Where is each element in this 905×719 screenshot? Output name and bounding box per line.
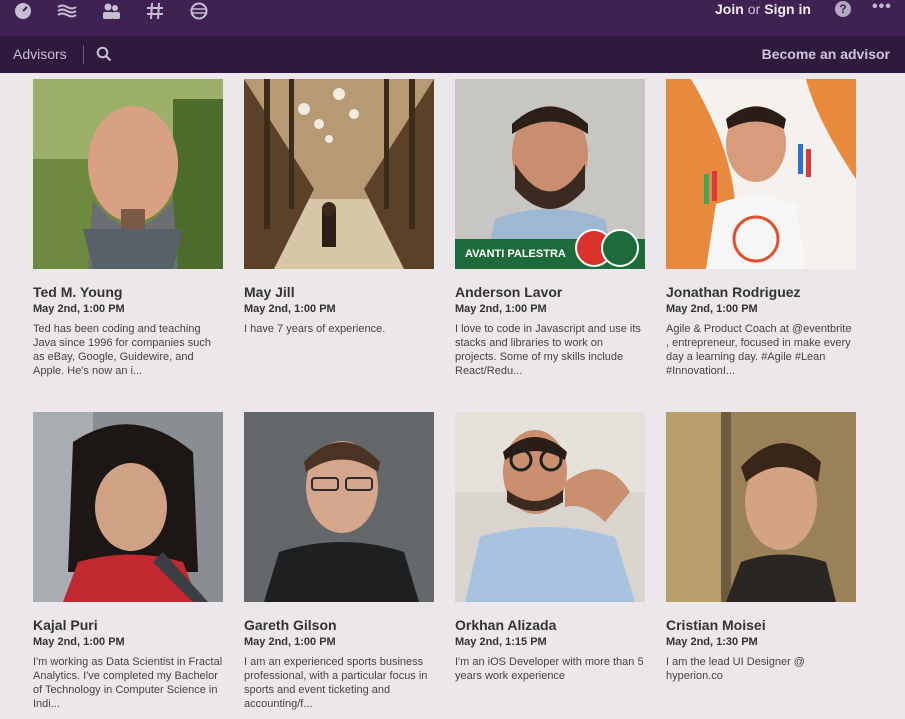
photo-caption: AVANTI PALESTRA: [465, 248, 566, 260]
advisor-date: May 2nd, 1:00 PM: [33, 636, 125, 648]
advisor-photo[interactable]: [33, 79, 223, 269]
advisor-name[interactable]: Cristian Moisei: [666, 617, 856, 633]
advisor-card[interactable]: May Jill May 2nd, 1:00 PM I have 7 years…: [244, 79, 434, 336]
hashtag-icon[interactable]: [144, 0, 166, 22]
advisor-bio: I am the lead UI Designer @ hyperion.co: [666, 656, 805, 682]
globe-icon[interactable]: [188, 0, 210, 22]
advisor-card[interactable]: Cristian Moisei May 2nd, 1:30 PM I am th…: [666, 412, 856, 683]
advisor-card[interactable]: Kajal Puri May 2nd, 1:00 PM I'm working …: [33, 412, 223, 711]
advisors-sub-bar: Advisors Become an advisor: [0, 36, 905, 73]
sub-bar-divider: [83, 45, 84, 64]
advisor-card[interactable]: AVANTI PALESTRA Anderson Lavor May 2nd, …: [455, 79, 645, 378]
advisor-date: May 2nd, 1:30 PM: [666, 636, 758, 648]
advisor-date: May 2nd, 1:00 PM: [33, 303, 125, 315]
gauge-icon[interactable]: [12, 0, 34, 22]
advisor-bio: Agile & Product Coach at @eventbrite , e…: [666, 323, 852, 377]
advisor-name[interactable]: Jonathan Rodriguez: [666, 284, 856, 300]
top-nav-bar: Join or Sign in ? •••: [0, 0, 905, 36]
become-advisor-link[interactable]: Become an advisor: [762, 46, 890, 62]
advisor-photo[interactable]: [244, 412, 434, 602]
advisor-photo[interactable]: [666, 412, 856, 602]
advisor-card[interactable]: Ted M. Young May 2nd, 1:00 PM Ted has be…: [33, 79, 223, 378]
advisor-date: May 2nd, 1:00 PM: [666, 303, 758, 315]
sign-in-link[interactable]: Sign in: [764, 1, 811, 17]
advisor-photo[interactable]: [455, 412, 645, 602]
advisor-name[interactable]: Kajal Puri: [33, 617, 223, 633]
advisor-date: May 2nd, 1:00 PM: [244, 636, 336, 648]
auth-links: Join or Sign in: [715, 0, 811, 20]
advisor-name[interactable]: Anderson Lavor: [455, 284, 645, 300]
advisor-bio: I'm an iOS Developer with more than 5 ye…: [455, 656, 644, 682]
advisor-name[interactable]: Orkhan Alizada: [455, 617, 645, 633]
advisor-photo[interactable]: [33, 412, 223, 602]
advisor-card[interactable]: Jonathan Rodriguez May 2nd, 1:00 PM Agil…: [666, 79, 856, 378]
more-icon[interactable]: •••: [872, 0, 892, 18]
advisor-date: May 2nd, 1:00 PM: [455, 303, 547, 315]
advisor-name[interactable]: Ted M. Young: [33, 284, 223, 300]
advisor-card[interactable]: Gareth Gilson May 2nd, 1:00 PM I am an e…: [244, 412, 434, 711]
advisor-photo[interactable]: AVANTI PALESTRA: [455, 79, 645, 269]
advisor-date: May 2nd, 1:15 PM: [455, 636, 547, 648]
or-text: or: [747, 1, 761, 17]
advisor-photo[interactable]: [666, 79, 856, 269]
advisor-name[interactable]: May Jill: [244, 284, 434, 300]
advisor-bio: I'm working as Data Scientist in Fractal…: [33, 656, 223, 710]
advisor-bio: I am an experienced sports business prof…: [244, 656, 428, 710]
help-icon[interactable]: ?: [835, 1, 851, 17]
search-icon[interactable]: [96, 46, 112, 62]
advisors-title[interactable]: Advisors: [13, 46, 67, 62]
advisor-bio: I love to code in Javascript and use its…: [455, 323, 641, 377]
waves-icon[interactable]: [56, 0, 78, 22]
advisor-bio: Ted has been coding and teaching Java si…: [33, 323, 211, 377]
advisor-bio: I have 7 years of experience.: [244, 323, 386, 335]
advisor-date: May 2nd, 1:00 PM: [244, 303, 336, 315]
advisor-photo[interactable]: [244, 79, 434, 269]
advisor-card[interactable]: Orkhan Alizada May 2nd, 1:15 PM I'm an i…: [455, 412, 645, 683]
advisor-name[interactable]: Gareth Gilson: [244, 617, 434, 633]
top-nav-icons: [12, 0, 232, 22]
people-icon[interactable]: [100, 0, 122, 22]
join-link[interactable]: Join: [715, 1, 744, 17]
crest-icon: [601, 229, 639, 267]
